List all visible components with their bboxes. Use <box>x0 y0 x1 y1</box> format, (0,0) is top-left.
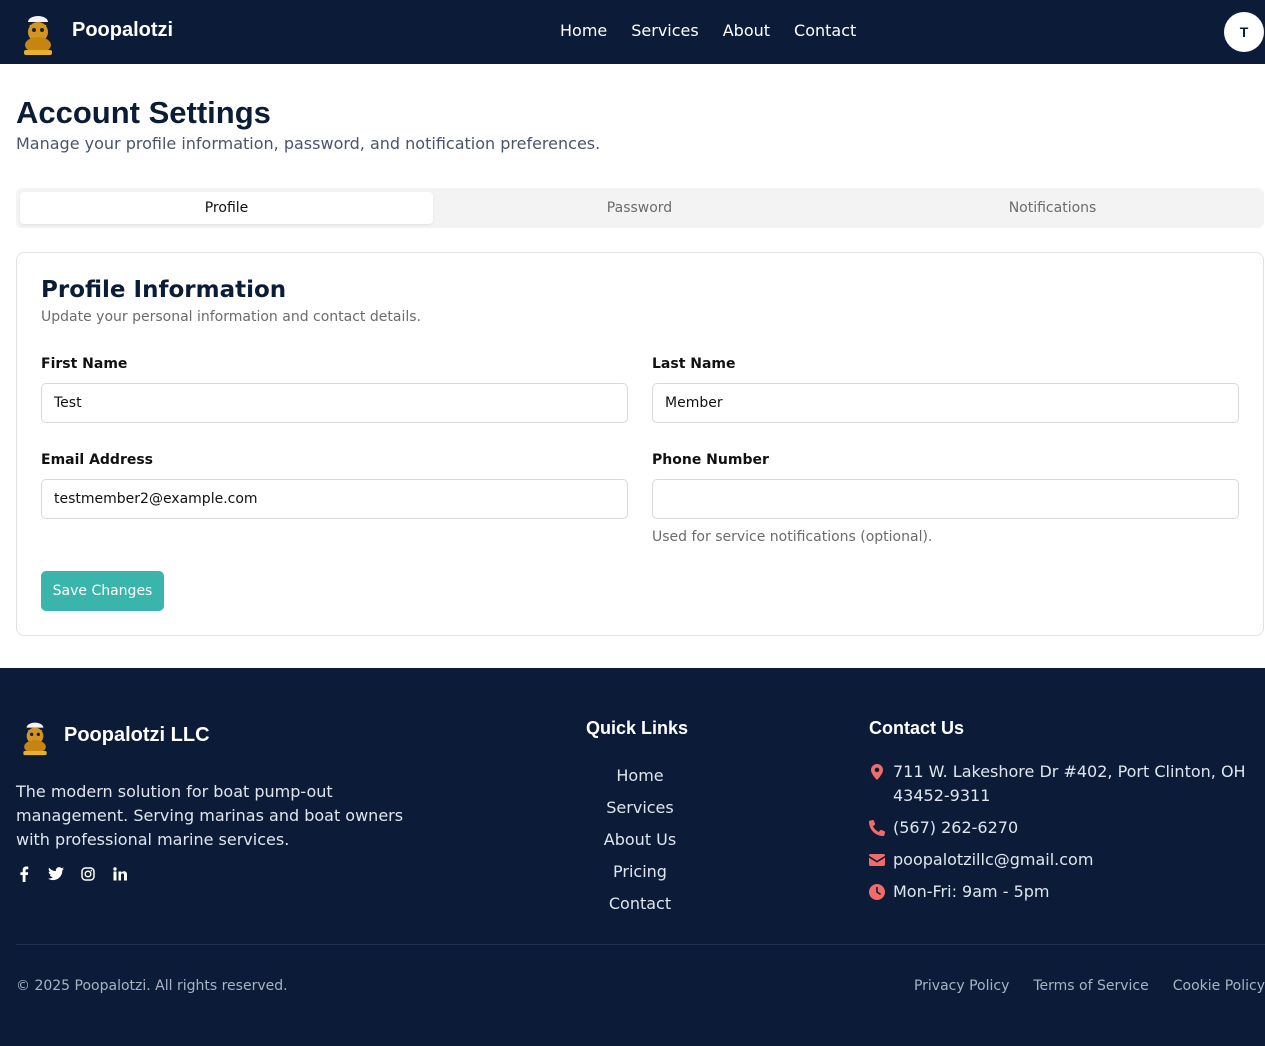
footer-link-contact[interactable]: Contact <box>540 888 740 920</box>
map-pin-icon <box>869 760 885 784</box>
privacy-policy-link[interactable]: Privacy Policy <box>914 978 1009 994</box>
phone-icon <box>869 816 885 840</box>
phone-label: Phone Number <box>652 452 769 468</box>
footer-link-pricing[interactable]: Pricing <box>540 856 740 888</box>
footer-link-about[interactable]: About Us <box>540 824 740 856</box>
contact-hours: Mon-Fri: 9am - 5pm <box>869 880 1049 904</box>
terms-of-service-link[interactable]: Terms of Service <box>1033 978 1148 994</box>
address-line-2: 43452-9311 <box>893 786 991 805</box>
twitter-icon[interactable] <box>48 866 64 882</box>
instagram-icon[interactable] <box>80 866 96 882</box>
tab-password[interactable]: Password <box>433 192 846 224</box>
tab-profile[interactable]: Profile <box>20 192 433 224</box>
site-footer: Poopalotzi LLC The modern solution for b… <box>0 668 1265 1046</box>
quick-links: Home Services About Us Pricing Contact <box>540 760 740 920</box>
mascot-logo-icon <box>23 722 47 756</box>
nav-services[interactable]: Services <box>631 21 698 40</box>
footer-divider <box>16 944 1265 945</box>
settings-tabs: Profile Password Notifications <box>16 188 1264 228</box>
nav-contact[interactable]: Contact <box>794 21 856 40</box>
profile-card: Profile Information Update your personal… <box>16 252 1264 636</box>
contact-hours-text: Mon-Fri: 9am - 5pm <box>893 882 1050 901</box>
phone-hint: Used for service notifications (optional… <box>652 529 933 545</box>
footer-link-home[interactable]: Home <box>540 760 740 792</box>
page-title: Account Settings <box>16 95 271 130</box>
first-name-label: First Name <box>41 356 128 372</box>
mascot-logo-icon[interactable] <box>18 8 58 56</box>
save-changes-button[interactable]: Save Changes <box>41 571 164 611</box>
facebook-icon[interactable] <box>16 866 32 882</box>
clock-icon <box>869 880 885 904</box>
main-nav: Home Services About Contact <box>560 21 856 40</box>
contact-email-text[interactable]: poopalotzillc@gmail.com <box>893 848 1093 872</box>
contact-address: 711 W. Lakeshore Dr #402, Port Clinton, … <box>869 760 1246 808</box>
contact-phone: (567) 262-6270 <box>869 816 1018 840</box>
nav-about[interactable]: About <box>723 21 770 40</box>
copyright: © 2025 Poopalotzi. All rights reserved. <box>16 978 288 994</box>
nav-home[interactable]: Home <box>560 21 607 40</box>
legal-links: Privacy Policy Terms of Service Cookie P… <box>914 978 1265 994</box>
user-avatar[interactable]: T <box>1224 12 1264 52</box>
top-navbar: Poopalotzi Home Services About Contact T <box>0 0 1265 64</box>
email-field[interactable] <box>41 479 628 519</box>
brand-name[interactable]: Poopalotzi <box>72 19 173 42</box>
card-subtitle: Update your personal information and con… <box>41 309 421 325</box>
address-line-1: 711 W. Lakeshore Dr #402, Port Clinton, … <box>893 762 1246 781</box>
last-name-field[interactable] <box>652 383 1239 423</box>
phone-field[interactable] <box>652 479 1239 519</box>
envelope-icon <box>869 848 885 872</box>
last-name-label: Last Name <box>652 356 736 372</box>
quick-links-title: Quick Links <box>586 718 689 738</box>
tab-notifications[interactable]: Notifications <box>846 192 1259 224</box>
first-name-field[interactable] <box>41 383 628 423</box>
social-links <box>16 866 128 882</box>
footer-brand: Poopalotzi LLC <box>64 724 210 746</box>
footer-link-services[interactable]: Services <box>540 792 740 824</box>
cookie-policy-link[interactable]: Cookie Policy <box>1173 978 1265 994</box>
card-title: Profile Information <box>41 277 287 303</box>
contact-phone-text[interactable]: (567) 262-6270 <box>893 816 1018 840</box>
contact-us-title: Contact Us <box>869 718 965 738</box>
linkedin-icon[interactable] <box>112 866 128 882</box>
contact-email: poopalotzillc@gmail.com <box>869 848 1093 872</box>
footer-description: The modern solution for boat pump-out ma… <box>16 782 404 849</box>
email-label: Email Address <box>41 452 154 468</box>
page-subtitle: Manage your profile information, passwor… <box>16 134 601 153</box>
